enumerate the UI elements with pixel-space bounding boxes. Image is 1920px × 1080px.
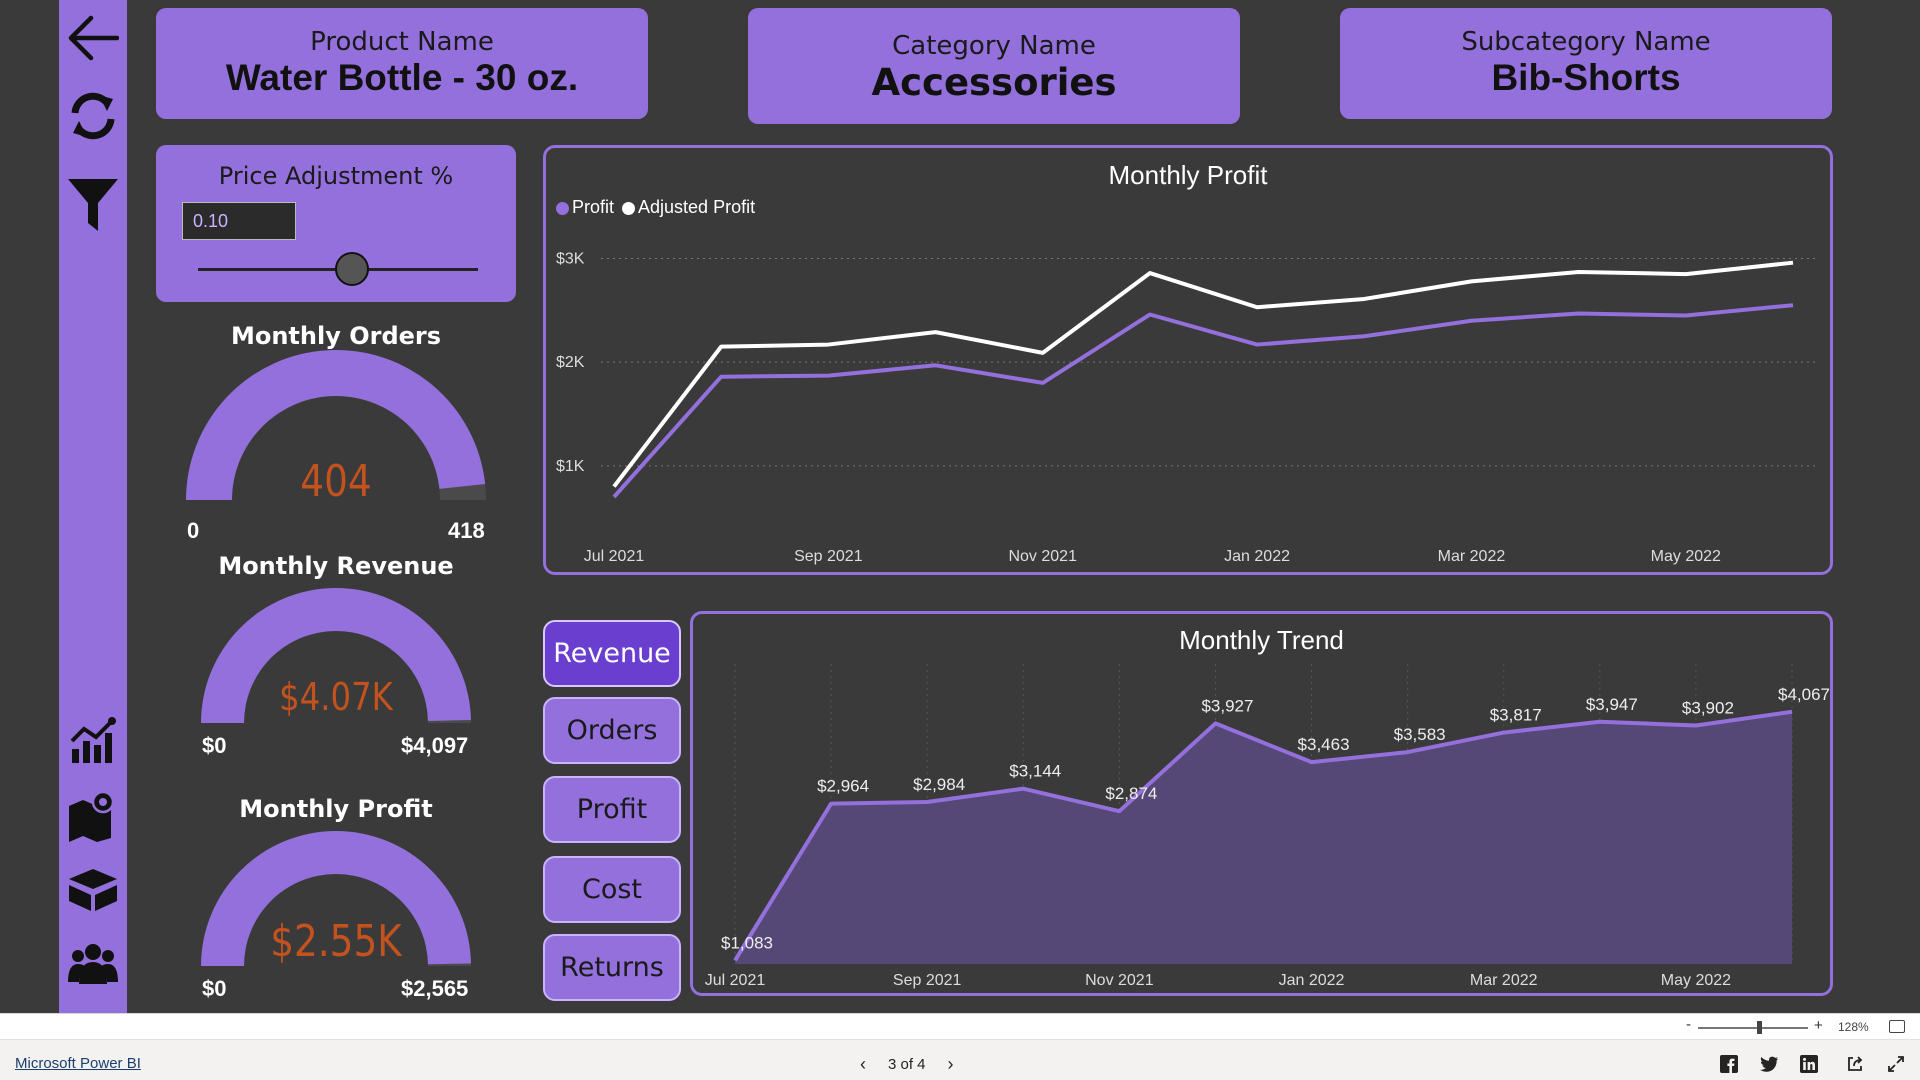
revenue-button[interactable]: Revenue [543,620,681,687]
refresh-icon[interactable] [59,88,127,144]
back-arrow-icon[interactable] [59,12,127,64]
trend-x-tick-label: Jul 2021 [705,972,766,989]
gauges-area [186,349,486,966]
category-name-card: Category Name Accessories [748,8,1240,124]
trend-x-tick-label: Jan 2022 [1279,972,1345,989]
orders-gauge-title: Monthly Orders [230,322,442,350]
trend-area-fill [735,711,1792,964]
orders-gauge-min: 0 [187,518,200,543]
profit-x-tick-label: Jan 2022 [1224,548,1290,565]
trend-data-label: $2,984 [913,775,965,794]
revenue-gauge-max: $4,097 [401,733,469,758]
profit-y-tick-label: $2K [556,354,585,371]
monthly-trend-chart: $1,083 $2,964 $2,984 $3,144 $2,874 $3,927 $3,4… [705,664,1830,989]
trend-data-label: $1,083 [721,933,773,952]
profit-x-tick-label: Mar 2022 [1438,548,1506,565]
powerbi-link[interactable]: Microsoft Power BI [15,1055,141,1072]
trend-data-label: $3,927 [1201,696,1253,715]
product-name-label: Product Name [310,27,494,57]
zoom-slider-track[interactable] [1698,1027,1808,1029]
cost-button[interactable]: Cost [543,856,681,923]
previous-page-icon[interactable]: ‹ [860,1054,866,1075]
trend-data-label: $3,902 [1682,699,1734,718]
price-adjustment-card: Price Adjustment % 0.10 [156,145,516,302]
monthly-trend-panel: Monthly Trend $1,083 $2,964 $2,984 $3,144 $2… [690,611,1833,996]
filter-icon[interactable] [59,176,127,234]
profit-gauge-title: Monthly Profit [239,795,433,823]
orders-gauge-value: 404 [300,456,372,507]
trend-data-label: $3,817 [1490,706,1542,725]
monthly-profit-chart: $3K $2K $1K Jul 2021 Sep 2021 Nov 2021 Jan 202… [556,251,1816,565]
page-navigator: ‹ 3 of 4 › [860,1054,954,1075]
trend-x-tick-label: May 2022 [1661,972,1731,989]
profit-series-line-profit [612,303,1794,499]
subcategory-name-value: Bib-Shorts [1491,57,1681,98]
profit-y-tick-label: $3K [556,251,585,268]
fit-to-page-icon[interactable] [1889,1020,1905,1033]
profit-gauge-value: $2.55K [270,916,402,967]
map-icon[interactable] [59,788,127,844]
orders-button[interactable]: Orders [543,697,681,764]
category-name-value: Accessories [871,61,1117,104]
orders-gauge-max: 418 [448,518,485,543]
powerbi-footer: - + 128% Microsoft Power BI ‹ 3 of 4 › [0,1013,1920,1080]
trend-data-label: $3,144 [1009,762,1061,781]
trend-x-tick-label: Mar 2022 [1470,972,1538,989]
users-icon[interactable] [59,936,127,990]
trend-data-label: $3,947 [1586,695,1638,714]
trend-data-label: $2,964 [817,777,869,796]
profit-y-tick-label: $1K [556,458,585,475]
profit-x-tick-label: May 2022 [1651,548,1721,565]
category-name-label: Category Name [892,31,1096,61]
trend-x-tick-label: Nov 2021 [1085,972,1154,989]
revenue-gauge-value: $4.07K [279,675,393,719]
profit-x-tick-label: Nov 2021 [1008,548,1077,565]
profit-gauge-max: $2,565 [401,976,469,1001]
facebook-icon[interactable] [1718,1053,1740,1075]
product-name-value: Water Bottle - 30 oz. [225,57,579,98]
returns-button[interactable]: Returns [543,934,681,1001]
share-icon[interactable] [1844,1053,1866,1075]
monthly-profit-panel: Monthly Profit Profit Adjusted Profit $3… [543,145,1833,575]
sidebar-nav [59,0,127,1013]
trend-x-tick-label: Sep 2021 [893,972,962,989]
revenue-gauge-title: Monthly Revenue [218,552,454,580]
subcategory-name-card: Subcategory Name Bib-Shorts [1340,8,1832,119]
zoom-level: 128% [1838,1020,1869,1034]
trend-data-label: $4,067 [1778,685,1830,704]
subcategory-name-label: Subcategory Name [1461,27,1711,57]
profit-button[interactable]: Profit [543,776,681,843]
zoom-bar: - + 128% [0,1014,1920,1040]
price-adjustment-input[interactable]: 0.10 [182,202,296,240]
fullscreen-icon[interactable] [1885,1053,1907,1075]
profit-gauge-min: $0 [202,976,227,1001]
page-indicator: 3 of 4 [888,1056,926,1073]
zoom-slider-handle[interactable] [1756,1021,1762,1034]
linkedin-icon[interactable] [1798,1053,1820,1075]
revenue-gauge-min: $0 [202,733,227,758]
zoom-out-button[interactable]: - [1686,1016,1691,1033]
twitter-icon[interactable] [1758,1053,1780,1075]
price-adjustment-label: Price Adjustment % [218,162,454,190]
profit-x-tick-label: Jul 2021 [584,548,645,565]
profit-x-tick-label: Sep 2021 [794,548,863,565]
trend-data-label: $3,463 [1298,735,1350,754]
price-slider-handle[interactable] [335,252,369,286]
trend-data-label: $2,874 [1105,784,1157,803]
chart-icon[interactable] [59,712,127,768]
trend-data-label: $3,583 [1394,725,1446,744]
next-page-icon[interactable]: › [948,1054,954,1075]
zoom-in-button[interactable]: + [1814,1017,1823,1034]
box-icon[interactable] [59,864,127,916]
product-name-card: Product Name Water Bottle - 30 oz. [156,8,648,119]
